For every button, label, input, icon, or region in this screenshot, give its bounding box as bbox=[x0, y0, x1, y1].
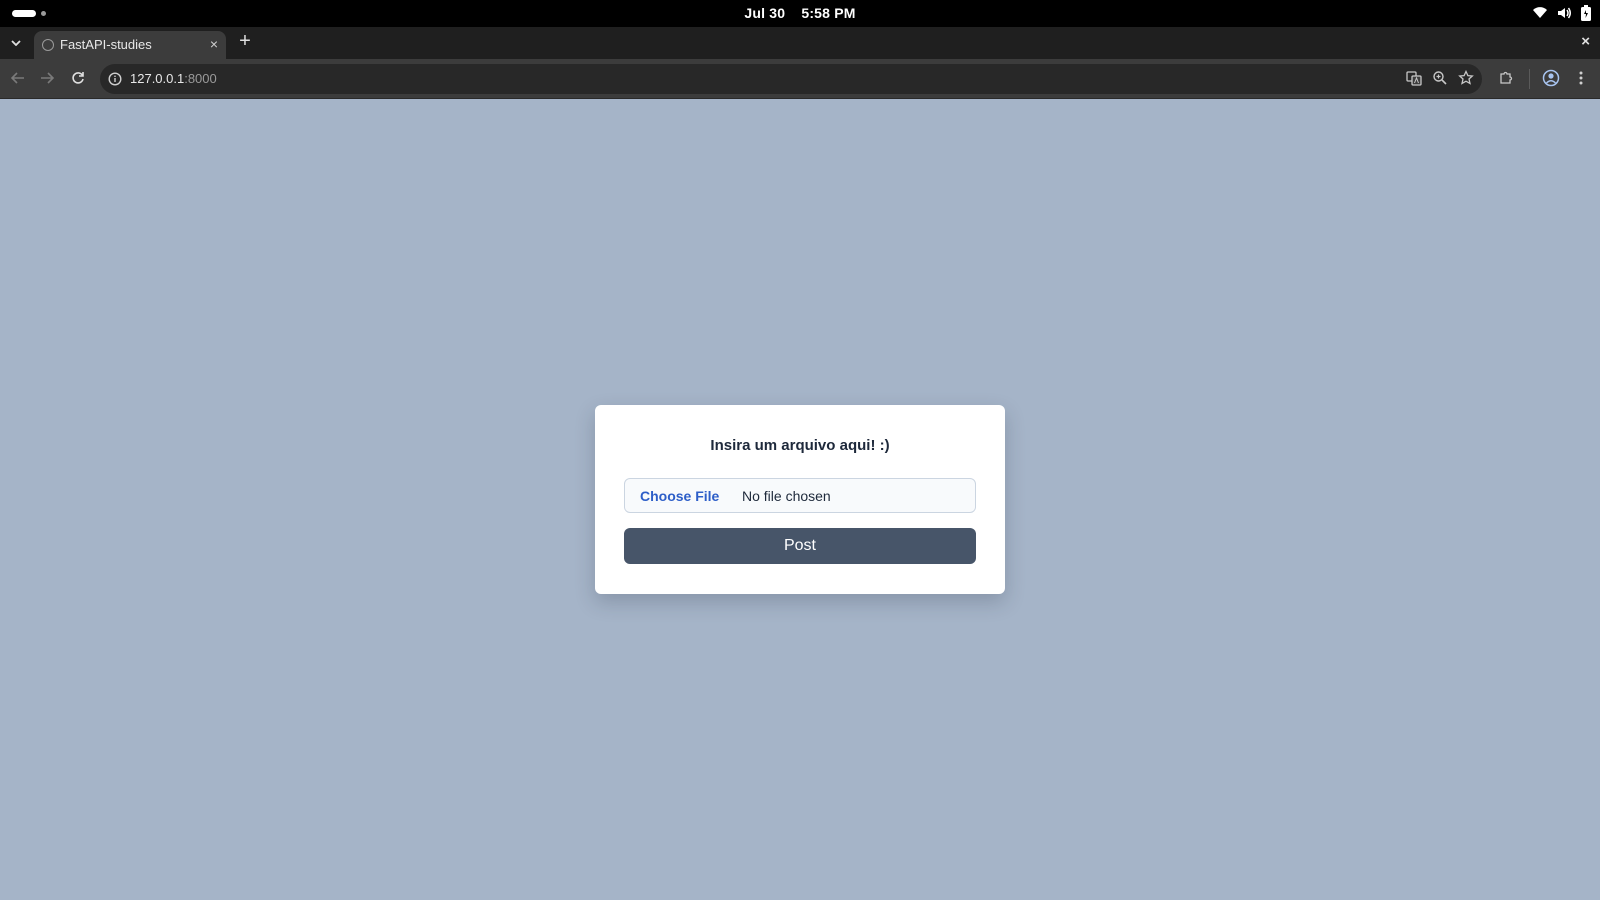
clock[interactable]: Jul 30 5:58 PM bbox=[0, 5, 1600, 21]
volume-icon bbox=[1556, 6, 1572, 20]
reload-icon bbox=[72, 72, 84, 84]
new-tab-button[interactable]: + bbox=[234, 31, 256, 53]
file-input[interactable]: Choose File No file chosen bbox=[624, 478, 976, 513]
tab-title: FastAPI-studies bbox=[60, 37, 152, 52]
site-info-icon[interactable] bbox=[108, 72, 122, 91]
tab-strip: FastAPI-studies × + × bbox=[0, 27, 1600, 59]
arrow-left-icon bbox=[11, 72, 24, 84]
extensions-button[interactable] bbox=[1496, 68, 1516, 88]
globe-icon bbox=[42, 39, 54, 51]
extensions-icon bbox=[1500, 71, 1513, 84]
os-status-bar: Jul 30 5:58 PM bbox=[0, 0, 1600, 27]
wifi-icon bbox=[1532, 6, 1548, 20]
reload-button[interactable] bbox=[68, 68, 88, 88]
chevron-down-icon bbox=[11, 40, 21, 46]
translate-icon[interactable] bbox=[1406, 70, 1422, 91]
choose-file-button[interactable]: Choose File bbox=[640, 488, 719, 504]
upload-card: Insira um arquivo aqui! :) Choose File N… bbox=[595, 405, 1005, 594]
url-port: :8000 bbox=[184, 71, 217, 86]
url-host: 127.0.0.1 bbox=[130, 71, 185, 86]
clock-date: Jul 30 bbox=[744, 5, 786, 21]
tab-fastapi-studies[interactable]: FastAPI-studies × bbox=[34, 31, 226, 59]
battery-icon bbox=[1580, 5, 1592, 21]
post-button[interactable]: Post bbox=[624, 528, 976, 564]
profile-icon bbox=[1542, 69, 1560, 87]
bookmark-star-icon[interactable] bbox=[1458, 69, 1474, 91]
system-tray[interactable] bbox=[1532, 5, 1592, 21]
toolbar-divider bbox=[1529, 69, 1530, 89]
tab-close-icon[interactable]: × bbox=[210, 36, 218, 52]
tab-search-button[interactable] bbox=[5, 32, 27, 54]
forward-button[interactable] bbox=[37, 68, 57, 88]
browser-toolbar: 127.0.0.1:8000 bbox=[0, 59, 1600, 99]
window-close-button[interactable]: × bbox=[1581, 33, 1590, 50]
arrow-right-icon bbox=[41, 72, 54, 84]
clock-time: 5:58 PM bbox=[801, 5, 856, 21]
zoom-icon[interactable] bbox=[1432, 70, 1448, 91]
profile-button[interactable] bbox=[1541, 68, 1561, 88]
menu-icon bbox=[1579, 71, 1583, 85]
url-text[interactable]: 127.0.0.1:8000 bbox=[130, 71, 217, 86]
file-status-text: No file chosen bbox=[742, 488, 831, 504]
omnibox-actions bbox=[1406, 69, 1474, 91]
page-title: Insira um arquivo aqui! :) bbox=[710, 437, 890, 454]
browser-menu-button[interactable] bbox=[1571, 68, 1591, 88]
back-button[interactable] bbox=[8, 68, 28, 88]
address-bar[interactable]: 127.0.0.1:8000 bbox=[100, 64, 1482, 94]
